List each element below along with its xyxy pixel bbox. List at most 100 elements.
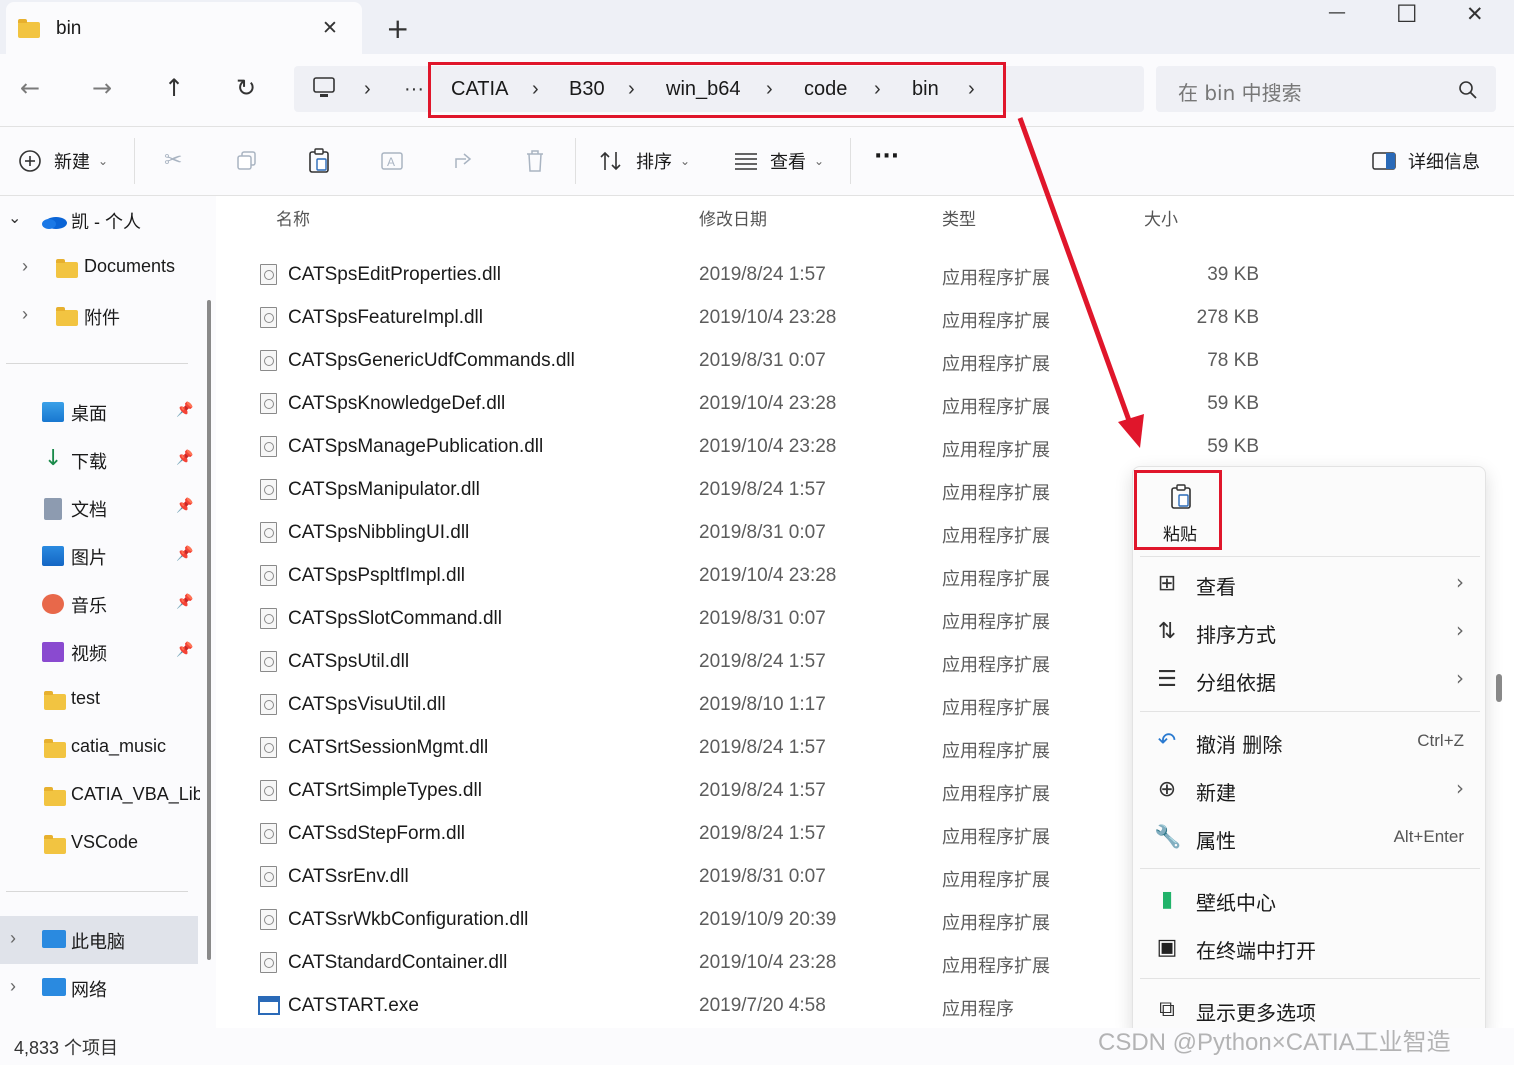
- sidebar-item-onedrive[interactable]: 凯 - 个人: [71, 208, 141, 234]
- close-window-button[interactable]: ✕: [1466, 2, 1484, 26]
- menu-item-list[interactable]: ☰ 分组依据 ›: [1140, 657, 1480, 703]
- new-button[interactable]: 新建: [54, 148, 90, 174]
- menu-item-plus-circle[interactable]: ⊕ 新建 ›: [1140, 767, 1480, 813]
- paste-icon[interactable]: [308, 148, 330, 174]
- refresh-button[interactable]: ↻: [236, 76, 256, 100]
- table-row[interactable]: CATSpsManagePublication.dll 2019/10/4 23:…: [228, 425, 1514, 468]
- menu-item-terminal[interactable]: ▣ 在终端中打开: [1140, 925, 1480, 971]
- file-date: 2019/8/24 1:57: [699, 479, 826, 500]
- column-type[interactable]: 类型: [942, 205, 976, 230]
- menu-item-wallpaper[interactable]: ▮ 壁纸中心: [1140, 877, 1480, 923]
- details-button[interactable]: 详细信息: [1408, 148, 1480, 174]
- maximize-button[interactable]: ☐: [1396, 0, 1418, 28]
- pin-icon[interactable]: 📌: [176, 642, 193, 658]
- forward-button[interactable]: →: [92, 76, 112, 100]
- chevron-right-icon: ›: [1456, 570, 1464, 594]
- file-name: CATSpsFeatureImpl.dll: [288, 307, 483, 328]
- tab-close-icon[interactable]: ✕: [322, 17, 338, 39]
- sidebar-item-videos[interactable]: 视频: [71, 640, 107, 666]
- file-date: 2019/8/31 0:07: [699, 522, 826, 543]
- file-date: 2019/8/24 1:57: [699, 780, 826, 801]
- view-icon[interactable]: [734, 152, 758, 170]
- more-button[interactable]: ···: [874, 144, 899, 169]
- sort-icon[interactable]: [598, 150, 624, 172]
- file-name: CATSpsVisuUtil.dll: [288, 694, 446, 715]
- dll-file-icon: [260, 479, 277, 500]
- file-type: 应用程序扩展: [942, 913, 1050, 934]
- sidebar-item-this-pc[interactable]: 此电脑: [71, 928, 125, 954]
- sidebar-item-attachments[interactable]: 附件: [84, 304, 120, 330]
- chevron-down-icon[interactable]: ⌄: [814, 154, 824, 168]
- file-date: 2019/8/31 0:07: [699, 350, 826, 371]
- expand-chevron-icon[interactable]: ›: [10, 976, 16, 997]
- menu-separator: [1140, 711, 1480, 712]
- divider: [6, 363, 188, 364]
- pin-icon[interactable]: 📌: [176, 450, 193, 466]
- sidebar-item-desktop[interactable]: 桌面: [71, 400, 107, 426]
- details-pane-icon[interactable]: [1372, 152, 1396, 170]
- column-date[interactable]: 修改日期: [699, 205, 767, 230]
- breadcrumb-chevron[interactable]: ›: [364, 78, 371, 101]
- new-icon[interactable]: [18, 149, 42, 173]
- new-tab-button[interactable]: +: [386, 12, 409, 45]
- sidebar-scrollbar[interactable]: [207, 300, 211, 960]
- file-date: 2019/10/4 23:28: [699, 307, 837, 328]
- column-name[interactable]: 名称: [276, 205, 310, 230]
- tab-bin[interactable]: bin ✕: [6, 2, 362, 54]
- rename-icon[interactable]: A: [380, 150, 404, 172]
- menu-item-undo[interactable]: ↶ 撤消 删除 Ctrl+Z: [1140, 719, 1480, 765]
- menu-item-sort[interactable]: ⇅ 排序方式 ›: [1140, 609, 1480, 655]
- sidebar-item-downloads[interactable]: 下载: [71, 448, 107, 474]
- expand-chevron-icon[interactable]: ⌄: [8, 208, 21, 228]
- sidebar-item-catia-music[interactable]: catia_music: [71, 736, 166, 757]
- search-placeholder: 在 bin 中搜索: [1178, 81, 1302, 105]
- chevron-down-icon[interactable]: ⌄: [98, 154, 108, 168]
- table-row[interactable]: CATSpsKnowledgeDef.dll 2019/10/4 23:28 应用程…: [228, 382, 1514, 425]
- file-name: CATSpsNibblingUI.dll: [288, 522, 470, 543]
- pin-icon[interactable]: 📌: [176, 402, 193, 418]
- cut-icon[interactable]: ✂: [164, 148, 182, 173]
- sidebar-item-network[interactable]: 网络: [71, 976, 107, 1002]
- sidebar-item-documents[interactable]: Documents: [84, 256, 175, 277]
- up-button[interactable]: ↑: [164, 76, 184, 100]
- column-header: 名称 修改日期 类型 大小: [228, 196, 1514, 232]
- file-type: 应用程序扩展: [942, 655, 1050, 676]
- menu-item-wrench[interactable]: 🔧 属性 Alt+Enter: [1140, 815, 1480, 861]
- table-row[interactable]: CATSpsGenericUdfCommands.dll 2019/8/31 0:…: [228, 339, 1514, 382]
- table-row[interactable]: CATSpsFeatureImpl.dll 2019/10/4 23:28 应用程序…: [228, 296, 1514, 339]
- file-size: 78 KB: [1207, 350, 1259, 371]
- sidebar-item-documents-lib[interactable]: 文档: [71, 496, 107, 522]
- file-scrollbar[interactable]: [1496, 674, 1502, 702]
- menu-item-grid[interactable]: ⊞ 查看 ›: [1140, 561, 1480, 607]
- expand-chevron-icon[interactable]: ›: [22, 304, 28, 325]
- chevron-right-icon: ›: [1456, 666, 1464, 690]
- delete-icon[interactable]: [524, 148, 546, 174]
- expand-chevron-icon[interactable]: ›: [10, 928, 16, 949]
- sidebar-item-catia-vba-lib[interactable]: CATIA_VBA_Lib: [71, 784, 200, 805]
- sidebar-item-vscode[interactable]: VSCode: [71, 832, 138, 853]
- back-button[interactable]: ←: [20, 76, 40, 100]
- expand-chevron-icon[interactable]: ›: [22, 256, 28, 277]
- sidebar-item-pictures[interactable]: 图片: [71, 544, 107, 570]
- share-icon[interactable]: [452, 150, 476, 172]
- sidebar-item-music[interactable]: 音乐: [71, 592, 107, 618]
- pin-icon[interactable]: 📌: [176, 546, 193, 562]
- video-icon: [42, 642, 64, 662]
- table-row[interactable]: CATSpsEditProperties.dll 2019/8/24 1:57 应用…: [228, 253, 1514, 296]
- computer-icon[interactable]: [312, 76, 338, 100]
- view-button[interactable]: 查看: [770, 148, 806, 174]
- pin-icon[interactable]: 📌: [176, 498, 193, 514]
- menu-item-label: 分组依据: [1196, 671, 1276, 695]
- search-box[interactable]: 在 bin 中搜索: [1156, 66, 1496, 112]
- sort-button[interactable]: 排序: [636, 148, 672, 174]
- minimize-button[interactable]: —: [1328, 2, 1346, 23]
- dll-file-icon: [260, 780, 277, 801]
- breadcrumb-overflow[interactable]: ···: [404, 78, 424, 101]
- pin-icon[interactable]: 📌: [176, 594, 193, 610]
- file-date: 2019/8/31 0:07: [699, 866, 826, 887]
- sidebar-item-test[interactable]: test: [71, 688, 100, 709]
- copy-icon[interactable]: [236, 150, 258, 172]
- dll-file-icon: [260, 350, 277, 371]
- chevron-down-icon[interactable]: ⌄: [680, 154, 690, 168]
- search-icon[interactable]: [1458, 80, 1478, 100]
